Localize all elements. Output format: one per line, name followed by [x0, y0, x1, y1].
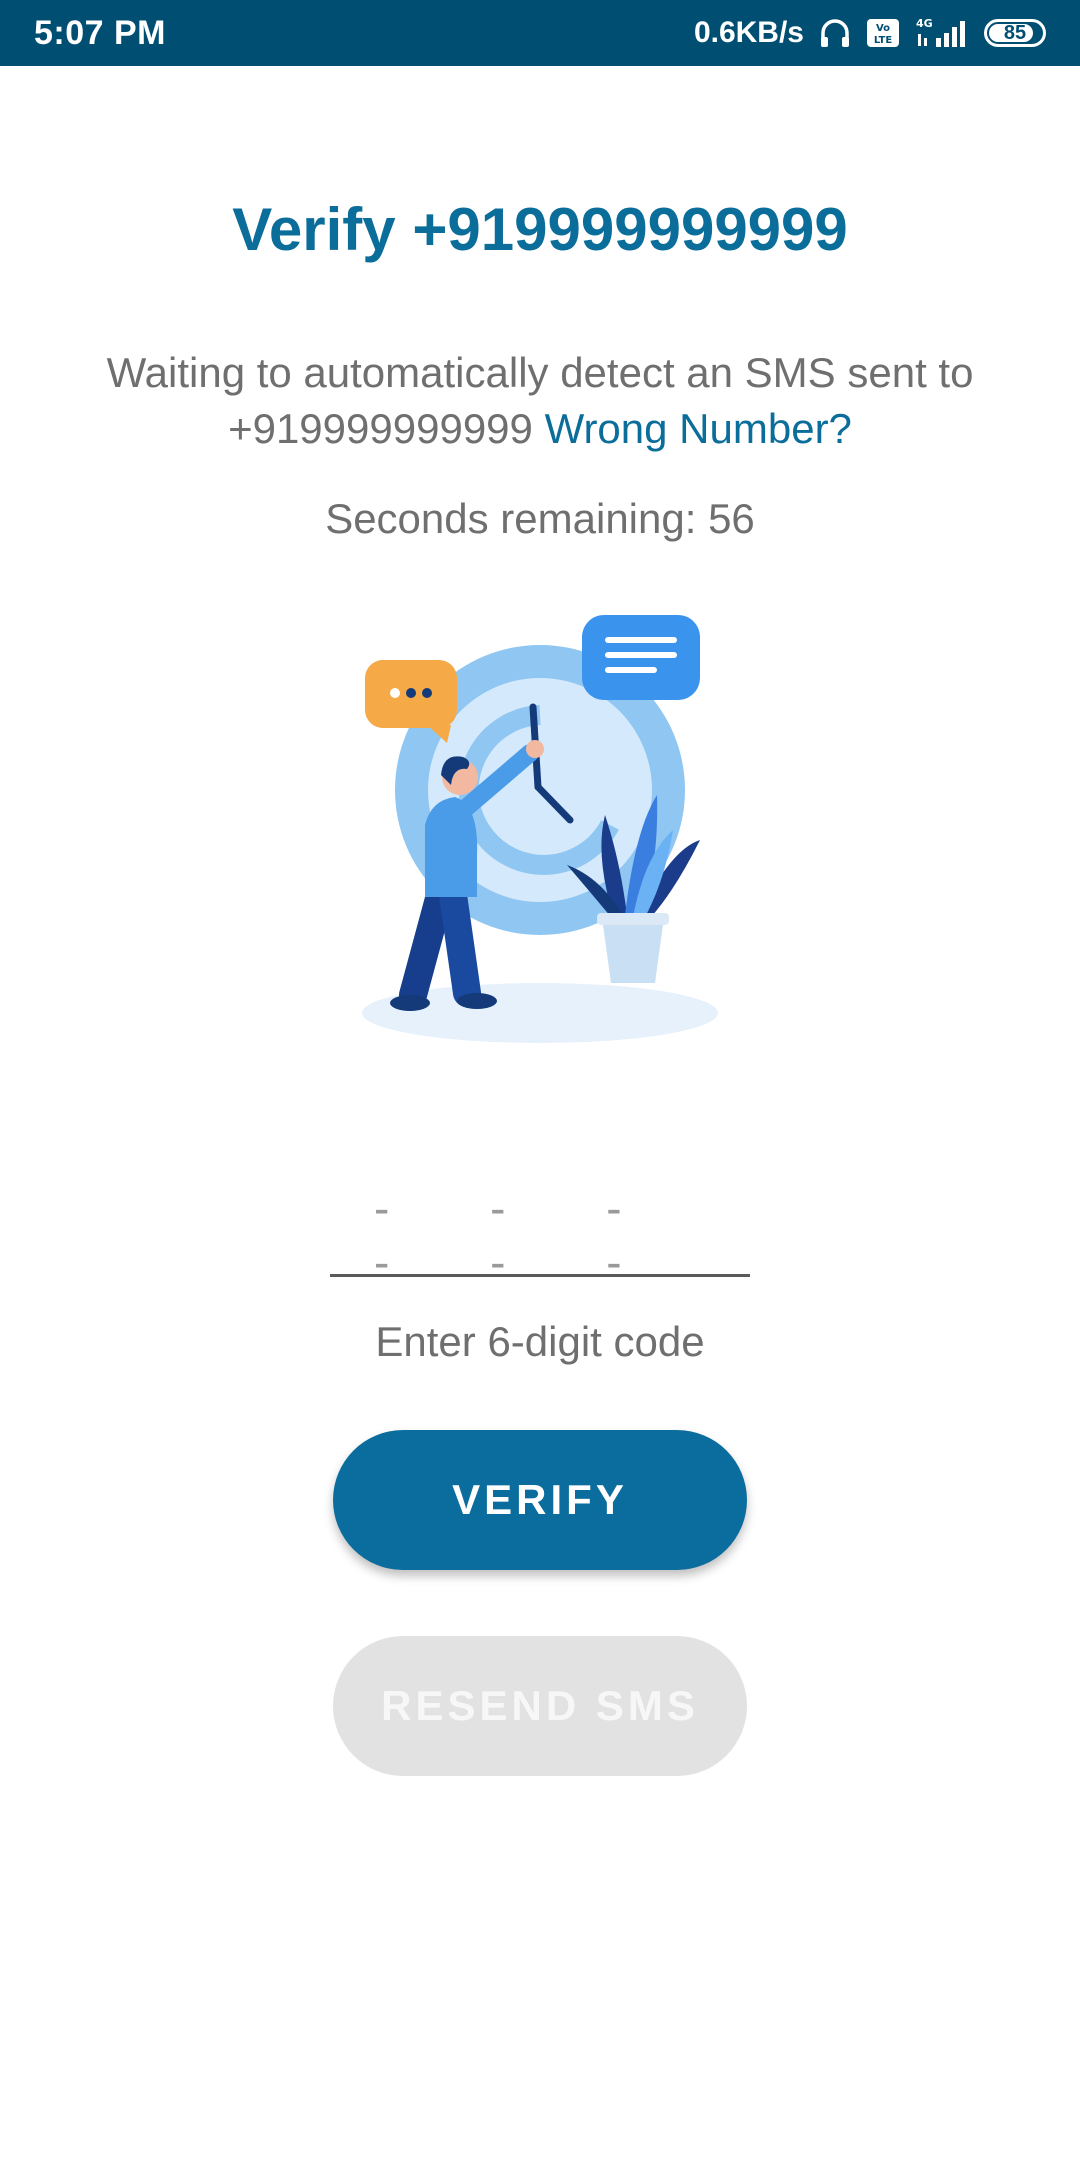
sms-wait-message: Waiting to automatically detect an SMS s…	[60, 345, 1020, 457]
status-time: 5:07 PM	[34, 14, 166, 52]
page-title: Verify +919999999999	[232, 196, 848, 263]
code-input-hint: Enter 6-digit code	[375, 1318, 705, 1365]
battery-level: 85	[1003, 21, 1027, 44]
network-type-label: 4G	[916, 17, 933, 30]
network-speed: 0.6KB/s	[693, 16, 804, 49]
signal-icon: 4G	[914, 16, 970, 50]
verification-code-input[interactable]: - - - - - -	[330, 1182, 750, 1288]
verify-button[interactable]: VERIFY	[333, 1430, 747, 1570]
wrong-number-link[interactable]: Wrong Number?	[545, 405, 852, 452]
headphone-icon	[818, 16, 852, 50]
status-bar: 5:07 PM 0.6KB/s Vo LTE 4G 85	[0, 0, 1080, 66]
message-bubble-blue-icon	[582, 615, 700, 700]
battery-icon: 85	[984, 19, 1046, 47]
svg-text:Vo: Vo	[876, 23, 890, 34]
status-icons: 0.6KB/s Vo LTE 4G 85	[694, 0, 1046, 66]
volte-icon: Vo LTE	[866, 18, 900, 48]
resend-sms-button[interactable]: RESEND SMS	[333, 1636, 747, 1776]
svg-text:LTE: LTE	[874, 35, 893, 46]
countdown-timer: Seconds remaining: 56	[325, 495, 755, 542]
verification-illustration	[362, 615, 718, 1043]
